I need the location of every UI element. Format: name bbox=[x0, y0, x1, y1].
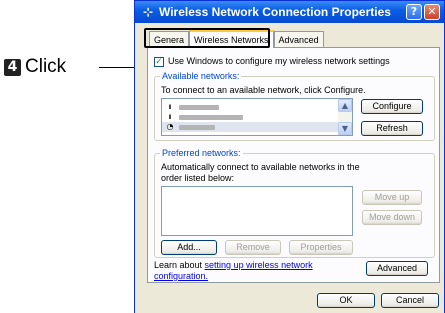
network-name-redacted bbox=[179, 104, 219, 110]
network-name-redacted bbox=[179, 124, 215, 130]
use-windows-config-label: Use Windows to configure my wireless net… bbox=[168, 56, 390, 66]
callout-highlight-frame bbox=[144, 28, 270, 48]
advanced-button[interactable]: Advanced bbox=[366, 261, 428, 276]
ok-button[interactable]: OK bbox=[317, 293, 375, 308]
available-networks-list[interactable]: ı ı ◔ ▲ ▼ bbox=[161, 98, 353, 136]
wireless-networks-panel: ✓ Use Windows to configure my wireless n… bbox=[147, 47, 440, 283]
preferred-networks-title: Preferred networks: bbox=[160, 148, 243, 159]
network-properties-button[interactable]: Properties bbox=[289, 240, 353, 255]
list-item[interactable]: ◔ bbox=[162, 122, 352, 132]
window-title: Wireless Network Connection Properties bbox=[159, 5, 391, 19]
learn-about-text: Learn about setting up wireless network … bbox=[154, 260, 344, 282]
list-scrollbar[interactable]: ▲ ▼ bbox=[338, 99, 352, 135]
list-item[interactable]: ı bbox=[162, 112, 352, 122]
learn-about-prefix: Learn about bbox=[154, 260, 205, 270]
available-networks-title: Available networks: bbox=[160, 71, 242, 82]
add-network-button[interactable]: Add... bbox=[161, 240, 217, 255]
list-item[interactable]: ı bbox=[162, 102, 352, 112]
preferred-networks-instruction: Automatically connect to available netwo… bbox=[161, 162, 360, 183]
network-name-redacted bbox=[179, 114, 243, 120]
scroll-up-icon[interactable]: ▲ bbox=[338, 99, 352, 112]
available-networks-instruction: To connect to an available network, clic… bbox=[161, 85, 366, 95]
network-connection-icon: ⊹ bbox=[142, 5, 154, 19]
title-bar[interactable]: ⊹ Wireless Network Connection Properties… bbox=[135, 1, 444, 23]
move-up-button[interactable]: Move up bbox=[362, 190, 422, 205]
remove-network-button[interactable]: Remove bbox=[225, 240, 281, 255]
wireless-network-icon: ı bbox=[168, 102, 172, 111]
preferred-networks-group: Preferred networks: Automatically connec… bbox=[154, 148, 435, 258]
tab-advanced[interactable]: Advanced bbox=[273, 31, 324, 48]
cancel-button[interactable]: Cancel bbox=[381, 293, 439, 308]
move-down-button[interactable]: Move down bbox=[362, 210, 422, 225]
close-button[interactable]: ✕ bbox=[424, 4, 440, 20]
use-windows-config-row[interactable]: ✓ Use Windows to configure my wireless n… bbox=[154, 56, 390, 67]
globe-network-icon: ◔ bbox=[166, 122, 174, 131]
available-networks-group: Available networks: To connect to an ava… bbox=[154, 71, 435, 141]
help-button[interactable]: ? bbox=[406, 4, 422, 20]
wireless-network-icon: ı bbox=[168, 112, 172, 121]
configure-button[interactable]: Configure bbox=[361, 99, 423, 114]
refresh-button[interactable]: Refresh bbox=[361, 121, 423, 136]
use-windows-config-checkbox[interactable]: ✓ bbox=[154, 56, 164, 67]
preferred-networks-list[interactable] bbox=[161, 186, 353, 236]
step-instruction-label: Click bbox=[25, 56, 67, 77]
step-number-badge: 4 bbox=[4, 59, 21, 76]
scroll-down-icon[interactable]: ▼ bbox=[338, 122, 352, 135]
